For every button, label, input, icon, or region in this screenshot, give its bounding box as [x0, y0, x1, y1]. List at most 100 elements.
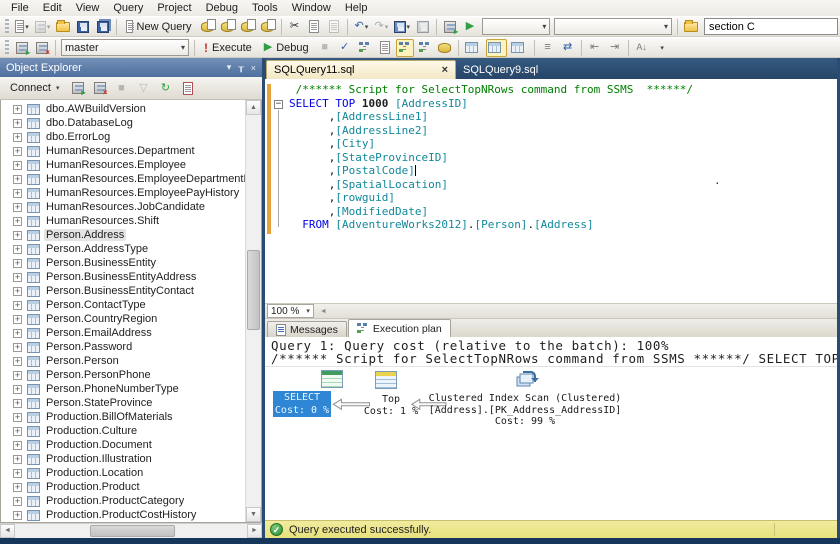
- expand-plus-icon[interactable]: +: [13, 315, 22, 324]
- search-folder-button[interactable]: [682, 18, 700, 36]
- oe-refresh-button[interactable]: ↻: [157, 79, 175, 97]
- tree-item-person-address[interactable]: +Person.Address: [1, 228, 245, 242]
- expand-plus-icon[interactable]: +: [13, 455, 22, 464]
- expand-plus-icon[interactable]: +: [13, 427, 22, 436]
- activity-monitor-button[interactable]: [441, 18, 459, 36]
- cancel-query-button[interactable]: ■: [316, 39, 334, 57]
- expand-plus-icon[interactable]: +: [13, 105, 22, 114]
- oe-filter-button[interactable]: ▽: [135, 79, 153, 97]
- clustered-index-scan-node[interactable]: Clustered Index Scan (Clustered) [Addres…: [425, 393, 625, 428]
- start-button[interactable]: ▶: [461, 18, 479, 36]
- navigate-forward-button[interactable]: [414, 18, 432, 36]
- redo-button[interactable]: ↷▾: [372, 18, 390, 36]
- intellisense-button[interactable]: [436, 39, 454, 57]
- tree-item-humanresources-shift[interactable]: +HumanResources.Shift: [1, 214, 245, 228]
- tree-item-person-person[interactable]: +Person.Person: [1, 354, 245, 368]
- top-node[interactable]: Top Cost: 1 %: [359, 394, 423, 417]
- menu-view[interactable]: View: [69, 1, 107, 15]
- execute-button[interactable]: !Execute: [199, 39, 257, 57]
- menu-file[interactable]: File: [4, 1, 36, 15]
- pin-icon[interactable]: ┰: [238, 62, 243, 73]
- tree-item-production-location[interactable]: +Production.Location: [1, 466, 245, 480]
- menu-window[interactable]: Window: [285, 1, 338, 15]
- expand-plus-icon[interactable]: +: [13, 343, 22, 352]
- estimated-plan-button[interactable]: [356, 39, 374, 57]
- collapse-region-icon[interactable]: −: [274, 100, 283, 109]
- save-all-button[interactable]: [94, 18, 112, 36]
- expand-plus-icon[interactable]: +: [13, 357, 22, 366]
- tree-item-person-personphone[interactable]: +Person.PersonPhone: [1, 368, 245, 382]
- oe-disconnect-button[interactable]: [91, 79, 109, 97]
- menu-edit[interactable]: Edit: [36, 1, 69, 15]
- zoom-selector[interactable]: 100 %▾: [267, 304, 314, 318]
- tree-item-person-businessentitycontact[interactable]: +Person.BusinessEntityContact: [1, 284, 245, 298]
- debug-button[interactable]: ▶Debug: [259, 39, 314, 57]
- tree-item-production-productcategory[interactable]: +Production.ProductCategory: [1, 494, 245, 508]
- connect-query-button[interactable]: [13, 39, 31, 57]
- tree-item-production-productcosthistory[interactable]: +Production.ProductCostHistory: [1, 508, 245, 522]
- tree-item-person-stateprovince[interactable]: +Person.StateProvince: [1, 396, 245, 410]
- tree-item-production-product[interactable]: +Production.Product: [1, 480, 245, 494]
- window-layout-button[interactable]: ▾: [33, 18, 53, 36]
- query-options-button[interactable]: [376, 39, 394, 57]
- expand-plus-icon[interactable]: +: [13, 441, 22, 450]
- expand-plus-icon[interactable]: +: [13, 469, 22, 478]
- parse-button[interactable]: ✓: [336, 39, 354, 57]
- client-statistics-button[interactable]: [416, 39, 434, 57]
- tree-item-person-password[interactable]: +Person.Password: [1, 340, 245, 354]
- scroll-right-icon[interactable]: ►: [247, 524, 262, 538]
- tree-item-person-businessentityaddress[interactable]: +Person.BusinessEntityAddress: [1, 270, 245, 284]
- object-explorer-titlebar[interactable]: Object Explorer ▾ ┰ ×: [0, 58, 262, 77]
- expand-plus-icon[interactable]: +: [13, 511, 22, 520]
- oe-reports-button[interactable]: [179, 79, 197, 97]
- analysis-dmx-query-button[interactable]: [239, 18, 257, 36]
- toolbar-combo-1[interactable]: ▾: [482, 18, 550, 35]
- expand-plus-icon[interactable]: +: [13, 413, 22, 422]
- decrease-indent-button[interactable]: ⇤: [586, 39, 604, 57]
- expand-plus-icon[interactable]: +: [13, 329, 22, 338]
- disconnect-query-button[interactable]: [33, 39, 51, 57]
- toolbar-overflow-button[interactable]: ▾: [653, 39, 671, 57]
- tree-item-production-document[interactable]: +Production.Document: [1, 438, 245, 452]
- tree-item-production-billofmaterials[interactable]: +Production.BillOfMaterials: [1, 410, 245, 424]
- tree-item-dbo-awbuildversion[interactable]: +dbo.AWBuildVersion: [1, 102, 245, 116]
- expand-plus-icon[interactable]: +: [13, 119, 22, 128]
- expand-plus-icon[interactable]: +: [13, 133, 22, 142]
- menu-help[interactable]: Help: [338, 1, 375, 15]
- tree-item-person-countryregion[interactable]: +Person.CountryRegion: [1, 312, 245, 326]
- oe-connect-button[interactable]: [69, 79, 87, 97]
- oe-stop-button[interactable]: ■: [113, 79, 131, 97]
- expand-plus-icon[interactable]: +: [13, 161, 22, 170]
- tree-item-humanresources-jobcandidate[interactable]: +HumanResources.JobCandidate: [1, 200, 245, 214]
- actual-plan-button[interactable]: [396, 39, 414, 57]
- expand-plus-icon[interactable]: +: [13, 217, 22, 226]
- scroll-thumb[interactable]: [90, 525, 175, 537]
- oe-horizontal-scrollbar[interactable]: ◄ ►: [0, 523, 262, 538]
- toolbar-grip[interactable]: [5, 40, 9, 55]
- tab-messages[interactable]: Messages: [267, 321, 347, 337]
- hscroll-left-icon[interactable]: ◄: [320, 308, 327, 315]
- menu-debug[interactable]: Debug: [199, 1, 245, 15]
- analysis-xmla-query-button[interactable]: [259, 18, 277, 36]
- tab-sqlquery9[interactable]: SQLQuery9.sql: [456, 60, 545, 79]
- expand-plus-icon[interactable]: +: [13, 259, 22, 268]
- window-position-icon[interactable]: ▾: [227, 62, 232, 73]
- open-file-button[interactable]: [54, 18, 72, 36]
- menu-query[interactable]: Query: [106, 1, 150, 15]
- tree-item-person-addresstype[interactable]: +Person.AddressType: [1, 242, 245, 256]
- expand-plus-icon[interactable]: +: [13, 287, 22, 296]
- expand-plus-icon[interactable]: +: [13, 245, 22, 254]
- close-icon[interactable]: ×: [251, 63, 256, 73]
- toolbar-grip[interactable]: [5, 19, 9, 34]
- code-editor[interactable]: − /****** Script for SelectTopNRows comm…: [265, 79, 837, 304]
- database-engine-query-button[interactable]: [199, 18, 217, 36]
- tree-item-dbo-errorlog[interactable]: +dbo.ErrorLog: [1, 130, 245, 144]
- tree-item-person-businessentity[interactable]: +Person.BusinessEntity: [1, 256, 245, 270]
- tree-item-person-phonenumbertype[interactable]: +Person.PhoneNumberType: [1, 382, 245, 396]
- database-selector[interactable]: master▾: [61, 39, 189, 56]
- scroll-down-icon[interactable]: ▼: [246, 507, 261, 522]
- expand-plus-icon[interactable]: +: [13, 231, 22, 240]
- copy-button[interactable]: [305, 18, 323, 36]
- results-to-text-button[interactable]: [463, 39, 484, 57]
- undo-button[interactable]: ↶▾: [352, 18, 370, 36]
